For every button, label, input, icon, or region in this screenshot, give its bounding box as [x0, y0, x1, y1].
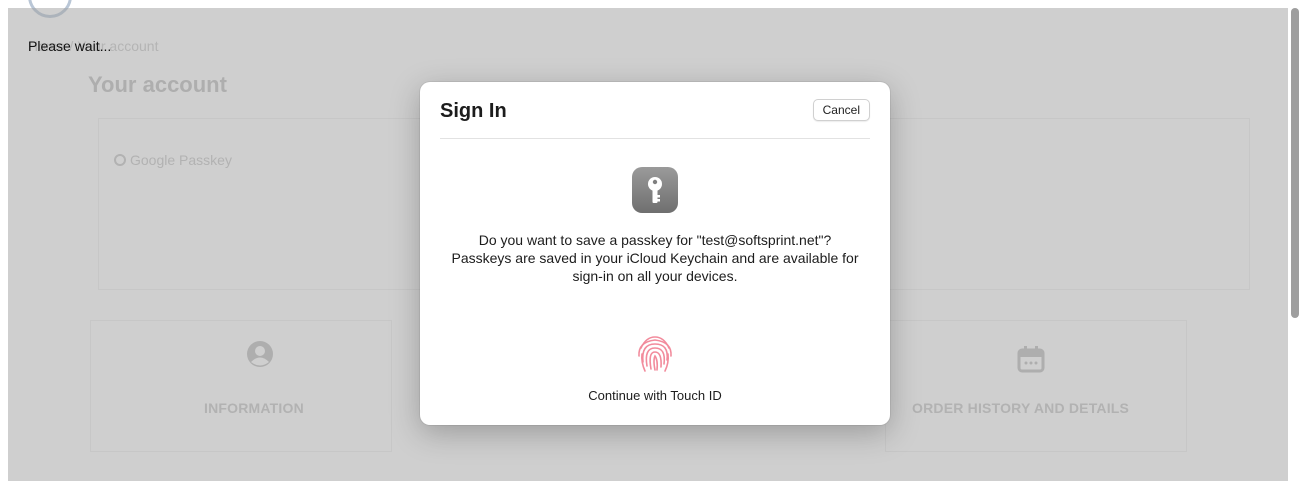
page: Home/Your account Your account Google Pa… [0, 0, 1310, 481]
key-icon [632, 167, 678, 213]
status-text: Please wait... [28, 38, 112, 54]
dialog-message: Do you want to save a passkey for "test@… [451, 232, 859, 284]
cancel-button[interactable]: Cancel [812, 99, 870, 121]
divider [440, 138, 870, 139]
dialog-title: Sign In [440, 100, 507, 122]
fingerprint-icon[interactable] [632, 330, 678, 376]
scrollbar-thumb[interactable] [1291, 8, 1299, 318]
touch-id-label[interactable]: Continue with Touch ID [420, 388, 890, 403]
passkey-dialog: Sign In Cancel Do you want to save a pas… [420, 82, 890, 425]
